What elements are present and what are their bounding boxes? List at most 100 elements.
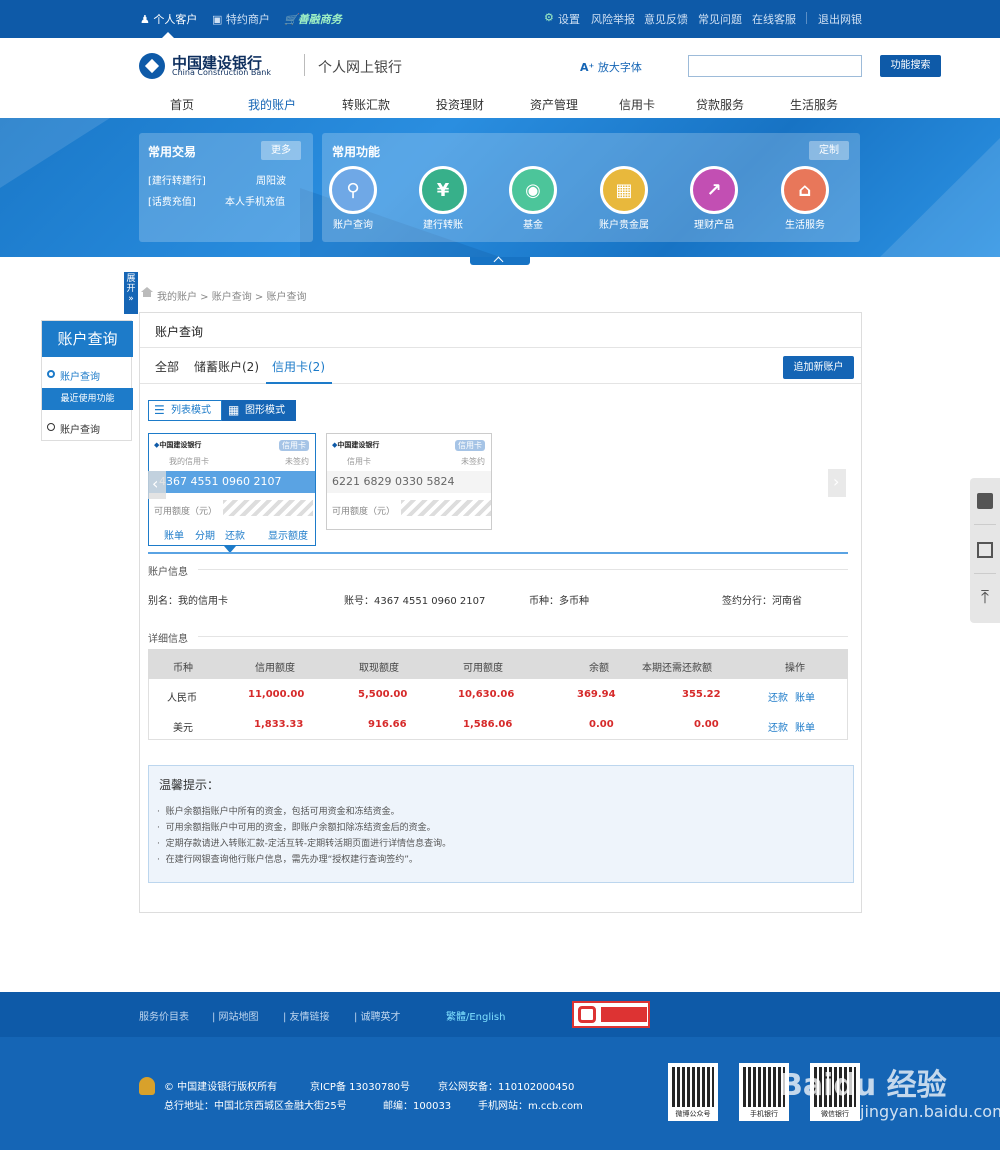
tip-line: · 账户余额指账户中所有的资金，包括可用资金和冻结资金。: [157, 807, 400, 817]
online-service-link[interactable]: 在线客服: [752, 11, 796, 27]
merchant-link[interactable]: ▣ 特约商户: [212, 11, 270, 27]
settings-icon[interactable]: ⚙: [544, 11, 554, 24]
logout-link[interactable]: 退出网银: [818, 11, 862, 27]
shanrong-label: 善融商务: [297, 13, 342, 26]
footer-sitemap-link[interactable]: | 网站地图: [212, 1008, 259, 1023]
edit-icon[interactable]: [977, 542, 993, 558]
nav-asset-management[interactable]: 资产管理: [530, 96, 578, 113]
card-bill-link[interactable]: 账单: [164, 527, 184, 542]
nav-home[interactable]: 首页: [170, 96, 194, 113]
card-bank-name: 中国建设银行: [159, 441, 202, 449]
bank-name-en: China Construction Bank: [172, 68, 271, 77]
hidden-limit-mask: [223, 500, 313, 516]
credit-card-item[interactable]: ◆中国建设银行 信用卡 信用卡 未签约 6221 6829 0330 5824 …: [326, 433, 492, 530]
tip-line: · 定期存款请进入转账汇款-定活互转-定期转活期页面进行详情信息查询。: [157, 839, 452, 849]
func-life-service[interactable]: ⌂ 生活服务: [770, 166, 840, 231]
nav-credit-card[interactable]: 信用卡: [619, 96, 655, 113]
bill-link[interactable]: 账单: [795, 719, 815, 734]
row-credit-limit: 11,000.00: [248, 689, 305, 700]
func-ccb-transfer[interactable]: ¥ 建行转账: [408, 166, 478, 231]
carousel-prev-button[interactable]: ‹: [148, 471, 166, 499]
expand-sidebar-button[interactable]: 展开»: [124, 272, 138, 314]
list-mode-label: 列表模式: [171, 405, 211, 416]
collapse-banner-button[interactable]: [470, 257, 530, 265]
quick-link[interactable]: [建行转建行]: [148, 172, 206, 187]
faq-link[interactable]: 常见问题: [698, 11, 742, 27]
qr-caption: 微博公众号: [675, 1110, 711, 1118]
police-record[interactable]: 京公网安备：110102000450: [438, 1078, 574, 1093]
nav-transfer[interactable]: 转账汇款: [342, 96, 390, 113]
divider: [974, 573, 996, 574]
col-amount-due: 本期还需还款额: [642, 663, 712, 674]
qr-weibo[interactable]: 微博公众号: [668, 1063, 718, 1121]
site-title: 个人网上银行: [318, 60, 402, 76]
function-search-input[interactable]: [688, 55, 862, 77]
repay-link[interactable]: 还款: [768, 719, 788, 734]
customize-button[interactable]: 定制: [809, 141, 849, 160]
func-wealth-product[interactable]: ↗ 理财产品: [679, 166, 749, 231]
police-emblem-icon: [139, 1077, 155, 1095]
repay-link[interactable]: 还款: [768, 689, 788, 704]
tab-all[interactable]: 全部: [155, 358, 179, 375]
left-nav-title: 账户查询: [42, 321, 133, 357]
card-nickname: 信用卡: [347, 457, 371, 466]
contact-card-icon[interactable]: [977, 493, 993, 509]
enlarge-font-button[interactable]: A⁺ 放大字体: [580, 59, 642, 75]
language-switch-link[interactable]: 繁體/English: [446, 1008, 505, 1023]
ccb-logo-icon[interactable]: [139, 53, 165, 79]
left-nav-account-query[interactable]: 账户查询: [60, 368, 100, 383]
row-balance: 369.94: [577, 689, 616, 700]
personal-label: 个人客户: [153, 13, 198, 26]
icp-number[interactable]: 京ICP备 13030780号: [310, 1078, 410, 1093]
nav-my-account[interactable]: 我的账户: [248, 96, 296, 113]
card-bank-name: 中国建设银行: [337, 441, 380, 449]
card-installment-link[interactable]: 分期: [195, 527, 215, 542]
nav-investment[interactable]: 投资理财: [436, 96, 484, 113]
func-account-query[interactable]: ⚲ 账户查询: [318, 166, 388, 231]
list-mode-button[interactable]: ☰ 列表模式: [148, 400, 222, 421]
card-repay-link[interactable]: 还款: [225, 527, 245, 542]
trust-badge-icon[interactable]: [572, 1001, 650, 1028]
function-search-button[interactable]: 功能搜索: [880, 55, 941, 77]
tab-credit-card[interactable]: 信用卡(2): [272, 358, 325, 375]
row-amount-due: 355.22: [682, 689, 721, 700]
bill-link[interactable]: 账单: [795, 689, 815, 704]
quick-link[interactable]: [话费充值]: [148, 193, 196, 208]
carousel-next-button[interactable]: ›: [828, 469, 846, 497]
risk-report-link[interactable]: 风险举报: [591, 11, 635, 27]
back-to-top-icon[interactable]: ⤒: [977, 589, 993, 607]
func-label: 理财产品: [694, 220, 734, 231]
footer-friends-link[interactable]: | 友情链接: [283, 1008, 330, 1023]
banner-decoration: [0, 118, 110, 188]
recent-account-query[interactable]: 账户查询: [60, 421, 100, 436]
footer-careers-link[interactable]: | 诚聘英才: [354, 1008, 401, 1023]
func-fund[interactable]: ◉ 基金: [498, 166, 568, 231]
home-icon[interactable]: [141, 287, 153, 297]
func-precious-metal[interactable]: ▦ 账户贵金属: [589, 166, 659, 231]
personal-customer-link[interactable]: ♟ 个人客户: [140, 11, 197, 27]
add-account-button[interactable]: 追加新账户: [783, 356, 854, 379]
feedback-link[interactable]: 意见反馈: [644, 11, 688, 27]
show-limit-link[interactable]: 显示额度: [268, 527, 308, 542]
detail-info-label: 详细信息: [148, 634, 188, 645]
tip-text: 账户余额指账户中所有的资金，包括可用资金和冻结资金。: [165, 807, 400, 817]
more-button[interactable]: 更多: [261, 141, 301, 160]
account-query-icon: ⚲: [329, 166, 377, 214]
tip-text: 在建行网银查询他行账户信息，需先办理“授权建行查询签约”。: [165, 855, 418, 865]
mobile-site[interactable]: 手机网站：m.ccb.com: [478, 1097, 583, 1112]
breadcrumb: 我的账户 > 账户查询 > 账户查询: [157, 292, 307, 303]
shanrong-link[interactable]: 🛒善融商务: [284, 11, 342, 27]
available-limit-label: 可用额度（元）: [332, 507, 396, 517]
nav-life-service[interactable]: 生活服务: [790, 96, 838, 113]
nav-loan[interactable]: 贷款服务: [696, 96, 744, 113]
credit-card-item[interactable]: ◆中国建设银行 信用卡 我的信用卡 未签约 4367 4551 0960 210…: [148, 433, 316, 546]
footer-price-link[interactable]: 服务价目表: [139, 1008, 189, 1023]
settings-link[interactable]: 设置: [558, 11, 580, 27]
graph-mode-button[interactable]: ▦ 图形模式: [222, 400, 296, 421]
quick-link[interactable]: 本人手机充值: [225, 193, 285, 208]
qr-caption: 微信银行: [821, 1110, 849, 1118]
radio-dot-icon: [47, 370, 55, 378]
tab-savings[interactable]: 储蓄账户(2): [194, 358, 259, 375]
quick-link[interactable]: 周阳波: [256, 172, 286, 187]
signing-branch: 签约分行：河南省: [722, 596, 802, 607]
